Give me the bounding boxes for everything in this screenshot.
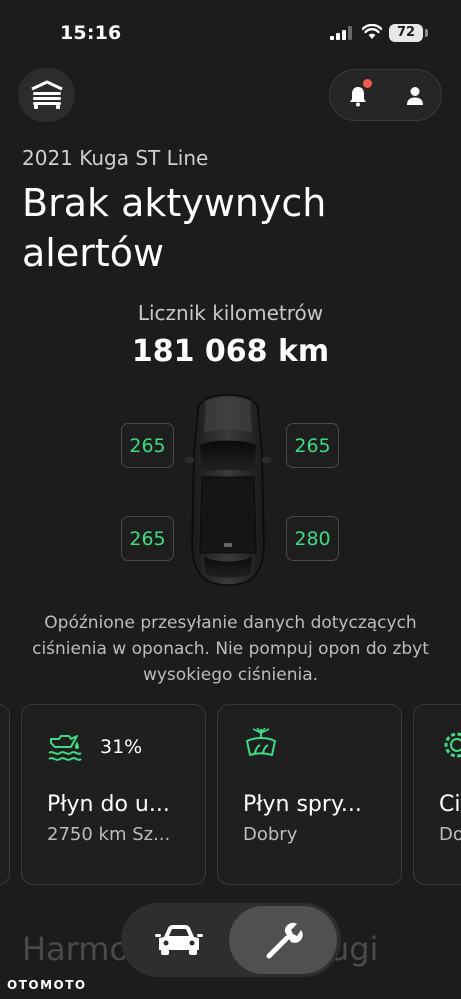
card-title: Ci — [439, 792, 461, 817]
odometer-value: 181 068 km — [131, 334, 330, 369]
car-front-icon[interactable] — [155, 923, 203, 957]
page-title: Brak aktywnych alertów — [22, 181, 327, 275]
status-card-partial-left[interactable] — [0, 704, 10, 885]
header-actions — [329, 69, 442, 121]
wrench-icon — [266, 922, 303, 959]
status-card-washer-fluid[interactable]: Płyn spry... Dobry — [217, 704, 402, 885]
watermark-text: OTOMOTO — [7, 978, 87, 992]
nav-maintenance-tab[interactable] — [229, 906, 337, 974]
oil-fluid-icon — [48, 735, 82, 761]
cellular-signal-icon — [330, 26, 352, 40]
battery-indicator: 72 — [389, 24, 423, 42]
car-top-view-icon — [185, 394, 271, 586]
wifi-icon — [362, 24, 382, 39]
screen: 15:16 72 2021 Kuga ST Line Brak aktywnyc… — [0, 0, 461, 999]
status-time: 15:16 — [60, 22, 122, 44]
washer-fluid-icon — [246, 727, 276, 756]
notification-dot — [363, 79, 372, 88]
garage-menu-button[interactable] — [18, 68, 75, 122]
oil-life-percent: 31% — [100, 736, 143, 758]
garage-icon — [30, 80, 63, 109]
notification-bell-icon[interactable] — [348, 85, 368, 107]
bottom-navigation — [121, 903, 341, 977]
card-subtitle: Dobry — [243, 824, 298, 845]
user-profile-icon[interactable] — [405, 85, 425, 107]
status-bar: 15:16 72 — [0, 0, 461, 60]
card-title: Płyn do u... — [47, 792, 170, 817]
card-subtitle: Do — [439, 824, 461, 845]
card-title: Płyn spry... — [243, 792, 362, 817]
card-subtitle: 2750 km Sz... — [47, 824, 171, 845]
tire-pressure-rear-right: 280 — [286, 516, 339, 561]
tire-pressure-front-left: 265 — [121, 423, 174, 468]
tire-pressure-rear-left: 265 — [121, 516, 174, 561]
odometer-label: Licznik kilometrów — [137, 301, 324, 325]
tire-gear-icon — [444, 732, 461, 758]
vehicle-name: 2021 Kuga ST Line — [22, 146, 209, 170]
tire-pressure-front-right: 265 — [286, 423, 339, 468]
battery-tip — [425, 29, 428, 37]
status-card-oil[interactable]: 31% Płyn do u... 2750 km Sz... — [21, 704, 206, 885]
tire-pressure-note: Opóźnione przesyłanie danych dotyczących… — [32, 613, 429, 685]
status-card-partial-right[interactable]: Ci Do — [413, 704, 461, 885]
